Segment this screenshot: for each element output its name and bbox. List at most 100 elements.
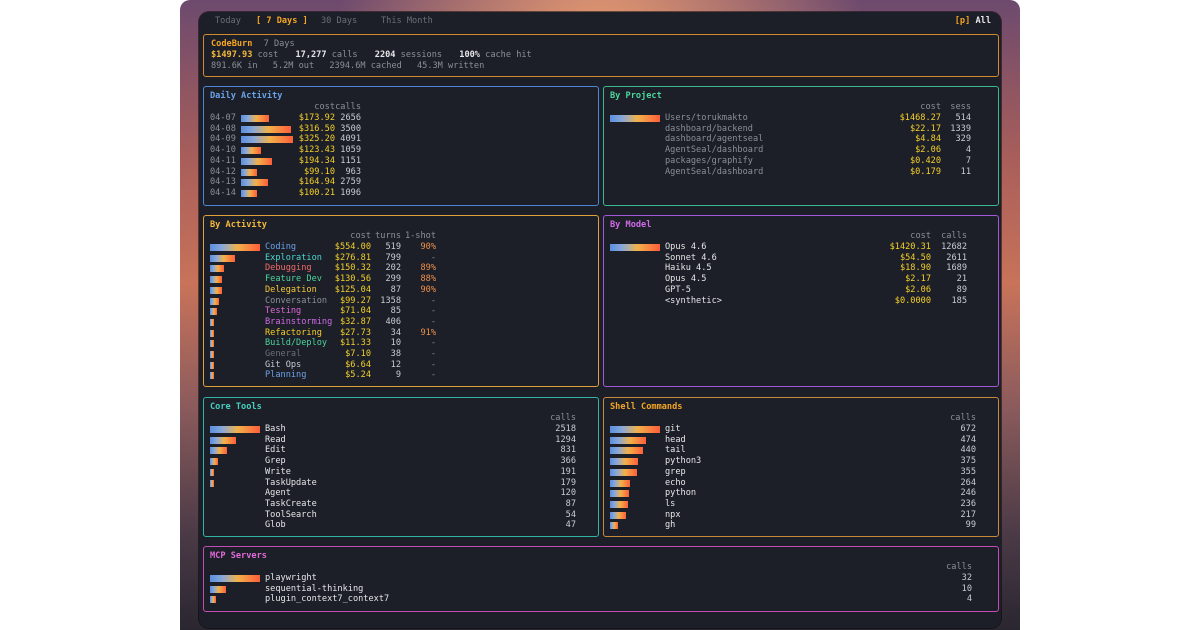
summary-panel: CodeBurn 7 Days $1497.93 cost 17,277 cal…: [203, 34, 999, 77]
col-turns: turns: [375, 231, 401, 241]
mcp-calls: 32: [961, 573, 972, 583]
shell-command-calls: 246: [960, 488, 976, 499]
shell-command-name: python: [665, 488, 697, 499]
daily-row: 04-07 $173.92 2656: [204, 113, 598, 124]
shell-command-name: npx: [665, 509, 681, 520]
activity-name: Build/Deploy: [265, 338, 328, 349]
shell-command-bar: [610, 511, 626, 519]
shell-command-row: gh 99: [604, 520, 998, 531]
total-calls: 17,277: [295, 50, 327, 60]
mcp-row: plugin_context7_context7 4: [204, 594, 998, 605]
activity-bar: [210, 297, 219, 305]
activity-one-shot: 91%: [420, 327, 436, 338]
daily-row: 04-10 $123.43 1059: [204, 145, 598, 156]
model-cost: $1420.31: [889, 242, 931, 252]
daily-calls: 2759: [340, 177, 361, 188]
shell-command-bar: [610, 522, 618, 530]
by-model-title: By Model: [610, 220, 652, 230]
model-name: Opus 4.6: [665, 242, 707, 252]
activity-bar: [210, 318, 214, 326]
summary-period: 7 Days: [263, 39, 295, 49]
terminal-window: Today [ 7 Days ] 30 Days This Month [p] …: [199, 12, 1001, 628]
daily-bar: [241, 136, 293, 144]
by-project-panel: By Project cost sess Users/torukmakto $1468…: [603, 86, 999, 206]
activity-turns: 9: [395, 370, 401, 381]
col-cost: cost: [350, 231, 371, 241]
project-sessions: 11: [960, 166, 971, 177]
tab-7-days[interactable]: [ 7 Days ]: [256, 16, 308, 27]
activity-turns: 519: [385, 242, 401, 252]
model-calls: 1689: [946, 263, 967, 274]
activity-bar: [210, 329, 214, 337]
model-row: Opus 4.5 $2.17 21: [604, 274, 998, 285]
daily-bar: [241, 168, 257, 176]
activity-row: Testing $71.04 85 -: [204, 306, 598, 317]
project-name: dashboard/backend: [665, 123, 753, 134]
project-name: dashboard/agentseal: [665, 134, 764, 145]
all-hint[interactable]: [p] All: [955, 16, 991, 27]
tab-this-month[interactable]: This Month: [381, 16, 433, 27]
activity-cost: $11.33: [339, 338, 371, 349]
daily-date: 04-09: [210, 134, 236, 145]
activity-name: General: [265, 349, 302, 359]
daily-bar: [241, 157, 272, 165]
mcp-row: sequential-thinking 10: [204, 584, 998, 595]
by-activity-panel: By Activity cost turns 1-shot Coding $554.00…: [203, 215, 599, 387]
mcp-bar: [210, 596, 216, 604]
tab-today[interactable]: Today: [215, 16, 241, 27]
hint-label: All: [975, 16, 991, 26]
model-calls: 89: [956, 284, 967, 295]
model-cost: $18.90: [899, 263, 931, 274]
shell-command-name: ls: [665, 498, 676, 509]
column-headers: cost turns 1-shot: [204, 231, 598, 242]
project-sessions: 1339: [950, 123, 971, 134]
activity-turns: 10: [390, 338, 401, 349]
daily-calls: 3500: [340, 123, 361, 134]
mcp-name: playwright: [265, 573, 317, 583]
tool-name: Write: [265, 466, 291, 477]
col-calls: calls: [335, 102, 361, 112]
hint-key: [p]: [954, 16, 971, 26]
daily-bar: [241, 125, 291, 133]
shell-command-name: git: [665, 424, 681, 434]
activity-name: Testing: [265, 306, 302, 317]
tool-calls: 191: [560, 466, 576, 477]
shell-commands-panel: Shell Commands calls git 672 head 474 tail 440…: [603, 397, 999, 537]
tool-row: TaskUpdate 179: [204, 478, 598, 489]
activity-row: General $7.10 38 -: [204, 349, 598, 360]
activity-turns: 34: [390, 327, 401, 338]
project-row: AgentSeal/dashboard $2.06 4: [604, 145, 998, 156]
col-calls: calls: [550, 413, 576, 423]
project-row: Users/torukmakto $1468.27 514: [604, 113, 998, 124]
activity-row: Planning $5.24 9 -: [204, 370, 598, 381]
activity-name: Git Ops: [265, 359, 302, 370]
shell-command-name: echo: [665, 477, 686, 488]
activity-cost: $125.04: [334, 284, 371, 295]
shell-command-name: tail: [665, 445, 686, 456]
activity-row: Refactoring $27.73 34 91%: [204, 328, 598, 339]
col-cost: cost: [314, 102, 335, 112]
project-row: packages/graphify $0.420 7: [604, 156, 998, 167]
activity-one-shot: -: [430, 370, 436, 381]
shell-command-calls: 474: [960, 434, 976, 445]
model-row: Sonnet 4.6 $54.50 2611: [604, 253, 998, 264]
shell-command-name: head: [665, 434, 686, 445]
shell-command-calls: 375: [960, 456, 976, 467]
daily-cost: $173.92: [298, 113, 335, 123]
shell-command-bar: [610, 458, 638, 466]
project-row: dashboard/agentseal $4.84 329: [604, 134, 998, 145]
activity-row: Build/Deploy $11.33 10 -: [204, 338, 598, 349]
column-headers: calls: [604, 413, 998, 424]
shell-command-bar: [610, 436, 646, 444]
model-name: Opus 4.5: [665, 274, 707, 285]
mcp-servers-panel: MCP Servers calls playwright 32 sequential-…: [203, 546, 999, 612]
activity-name: Refactoring: [265, 327, 322, 338]
shell-command-calls: 672: [960, 424, 976, 434]
activity-one-shot: -: [430, 316, 436, 327]
activity-bar: [210, 351, 214, 358]
activity-bar: [210, 276, 222, 284]
activity-row: Delegation $125.04 87 90%: [204, 285, 598, 296]
tab-30-days[interactable]: 30 Days: [321, 16, 357, 27]
daily-calls: 2656: [340, 113, 361, 123]
col-1-shot: 1-shot: [404, 231, 436, 241]
